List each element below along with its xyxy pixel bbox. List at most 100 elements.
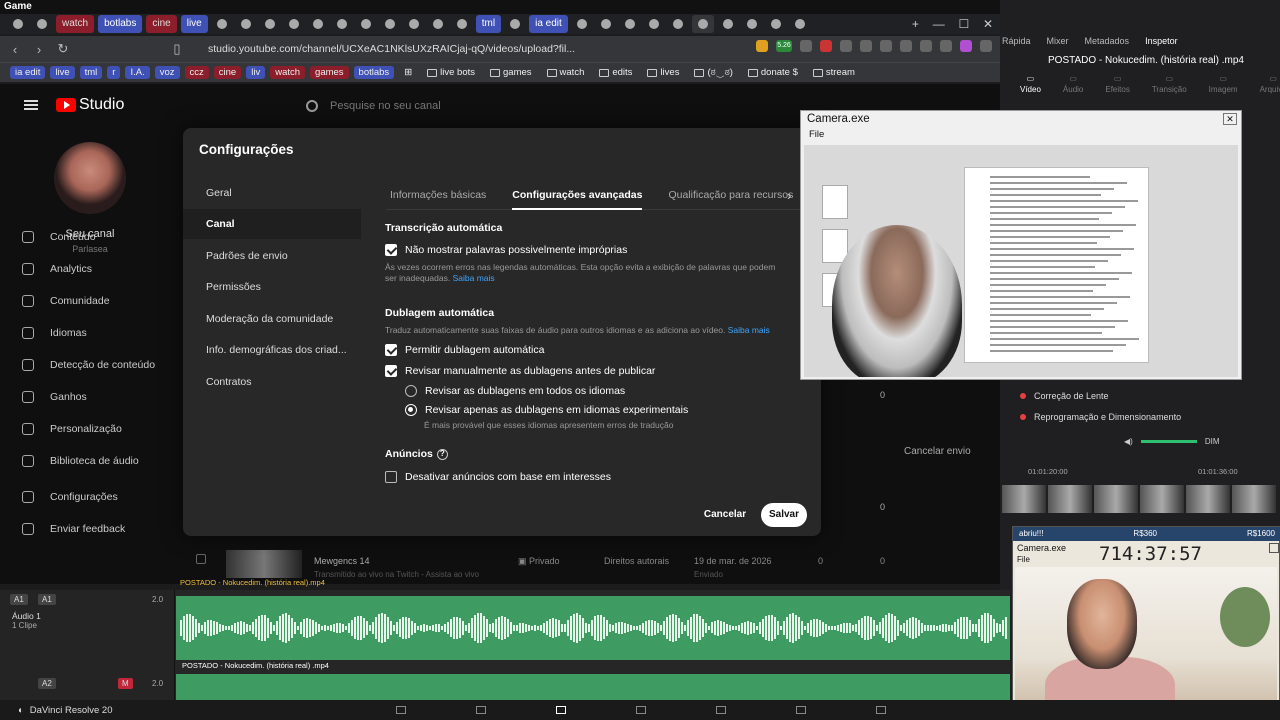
sidebar-item[interactable]: Configurações [22,488,172,506]
clip-thumbnail[interactable] [1140,485,1184,513]
browser-tab[interactable]: ia edit [529,15,568,33]
fx-row-lens[interactable]: Correção de Lente [1020,391,1109,401]
extension-icon[interactable] [920,40,932,52]
browser-tab[interactable] [8,15,28,33]
sidebar-item[interactable]: Idiomas [22,324,172,342]
dim-button[interactable]: DIM [1205,437,1220,446]
browser-tab[interactable]: botlabs [98,15,143,33]
bookmark-item[interactable]: liv [246,66,266,79]
browser-tab[interactable] [356,15,376,33]
inspector-tab[interactable]: ▭ Arquivo [1260,74,1280,100]
camera-file-menu[interactable]: File [809,129,824,140]
dialog-tab[interactable]: Configurações avançadas [512,184,643,210]
sidebar-item[interactable]: Comunidade [22,292,172,310]
bookmark-item[interactable]: (ಠ‿ಠ) [689,66,737,79]
allow-dubbing-checkbox[interactable] [385,344,397,356]
fusion-page-icon[interactable] [636,706,646,714]
browser-tab[interactable] [644,15,664,33]
clip-thumbnail[interactable] [1048,485,1092,513]
clip-thumbnail[interactable] [1186,485,1230,513]
allow-dubbing-row[interactable]: Permitir dublagem automática [385,344,544,356]
inspector-tab[interactable]: ▭ Imagem [1209,74,1238,100]
inspector-tab[interactable]: ▭ Transição [1152,74,1187,100]
dialog-nav-item[interactable]: Canal [183,209,361,239]
bookmark-icon[interactable]: ▯ [170,41,184,57]
mute-button[interactable]: M [118,678,133,689]
back-icon[interactable]: ‹ [8,42,22,57]
learn-more-link[interactable]: Saiba mais [453,273,495,283]
sidebar-item[interactable]: Personalização [22,420,172,438]
audio-clip-a1[interactable] [176,596,1010,660]
sidebar-item[interactable]: Enviar feedback [22,520,172,538]
browser-tab[interactable]: cine [146,15,177,33]
bookmark-item[interactable]: donate $ [743,66,803,79]
chevron-right-icon[interactable]: › [787,188,791,203]
extension-icon[interactable] [940,40,952,52]
browser-tab[interactable] [284,15,304,33]
cut-page-icon[interactable] [476,706,486,714]
dialog-nav-item[interactable]: Info. demográficas dos criad... [183,335,361,365]
clip-thumbnail[interactable] [1094,485,1138,513]
dialog-tab[interactable]: Informações básicas [390,184,486,210]
bookmark-item[interactable]: live [50,66,75,79]
track-a2-button[interactable]: A2 [38,678,56,689]
extension-icon[interactable] [840,40,852,52]
video-title[interactable]: Mewgencs 14 [314,556,370,566]
inspector-tab[interactable]: ▭ Vídeo [1020,74,1041,100]
video-visibility[interactable]: ▣ Privado [518,556,560,567]
sidebar-item[interactable]: Ganhos [22,388,172,406]
deliver-page-icon[interactable] [876,706,886,714]
media-page-icon[interactable] [396,706,406,714]
resolve-top-tab[interactable]: Mixer [1047,36,1069,46]
menu-icon[interactable] [980,40,992,52]
extension-icon[interactable]: 5.26 [776,40,792,52]
bookmark-item[interactable]: stream [808,66,860,79]
review-dubbing-row[interactable]: Revisar manualmente as dublagens antes d… [385,365,655,377]
url-field[interactable]: studio.youtube.com/channel/UCXeAC1NKlsUX… [208,43,575,55]
bookmark-item[interactable]: cine [213,66,242,79]
extension-icon[interactable] [800,40,812,52]
dialog-nav-item[interactable]: Padrões de envio [183,241,361,271]
browser-tab[interactable] [212,15,232,33]
color-page-icon[interactable] [716,706,726,714]
browser-tab[interactable] [668,15,688,33]
browser-tab[interactable] [236,15,256,33]
browser-tab[interactable] [452,15,472,33]
browser-tab[interactable] [260,15,280,33]
browser-tab[interactable]: tml [475,15,502,33]
browser-tab[interactable] [766,15,786,33]
review-all-row[interactable]: Revisar as dublagens em todos os idiomas [405,385,625,397]
bookmark-item[interactable]: ccz [184,66,209,79]
review-experimental-radio[interactable] [405,404,417,416]
track-a1-dest[interactable]: A1 [38,594,56,605]
enabled-dot-icon[interactable] [1020,414,1026,420]
bookmark-item[interactable]: voz [154,66,180,79]
bookmark-item[interactable]: games [310,66,349,79]
channel-avatar[interactable] [54,142,126,214]
review-all-radio[interactable] [405,385,417,397]
video-thumbnail[interactable] [226,550,302,578]
browser-tab[interactable] [505,15,525,33]
sidebar-item[interactable]: Conteúdo [22,228,172,246]
disable-ads-checkbox[interactable] [385,471,397,483]
dialog-nav-item[interactable]: Geral [183,178,361,208]
learn-more-link[interactable]: Saiba mais [728,325,770,335]
dialog-nav-item[interactable]: Permissões [183,272,361,302]
dialog-nav-item[interactable]: Moderação da comunidade [183,304,361,334]
browser-tab[interactable] [428,15,448,33]
bookmark-item[interactable]: ia edit [10,66,46,79]
review-dubbing-checkbox[interactable] [385,365,397,377]
edit-page-icon[interactable] [556,706,566,714]
browser-tab[interactable] [32,15,52,33]
bookmark-item[interactable]: watch [542,66,590,79]
extension-icon[interactable] [756,40,768,52]
dialog-tab[interactable]: Qualificação para recursos [668,184,793,210]
download-icon[interactable] [880,40,892,52]
minimize-icon[interactable]: — [933,17,945,31]
bookmark-item[interactable]: I.A. [125,66,150,79]
dialog-nav-item[interactable]: Contratos [183,367,361,397]
browser-tab[interactable] [718,15,738,33]
reload-icon[interactable]: ↻ [56,41,70,57]
extension-icon[interactable] [860,40,872,52]
filter-words-row[interactable]: Não mostrar palavras possivelmente impró… [385,244,627,256]
